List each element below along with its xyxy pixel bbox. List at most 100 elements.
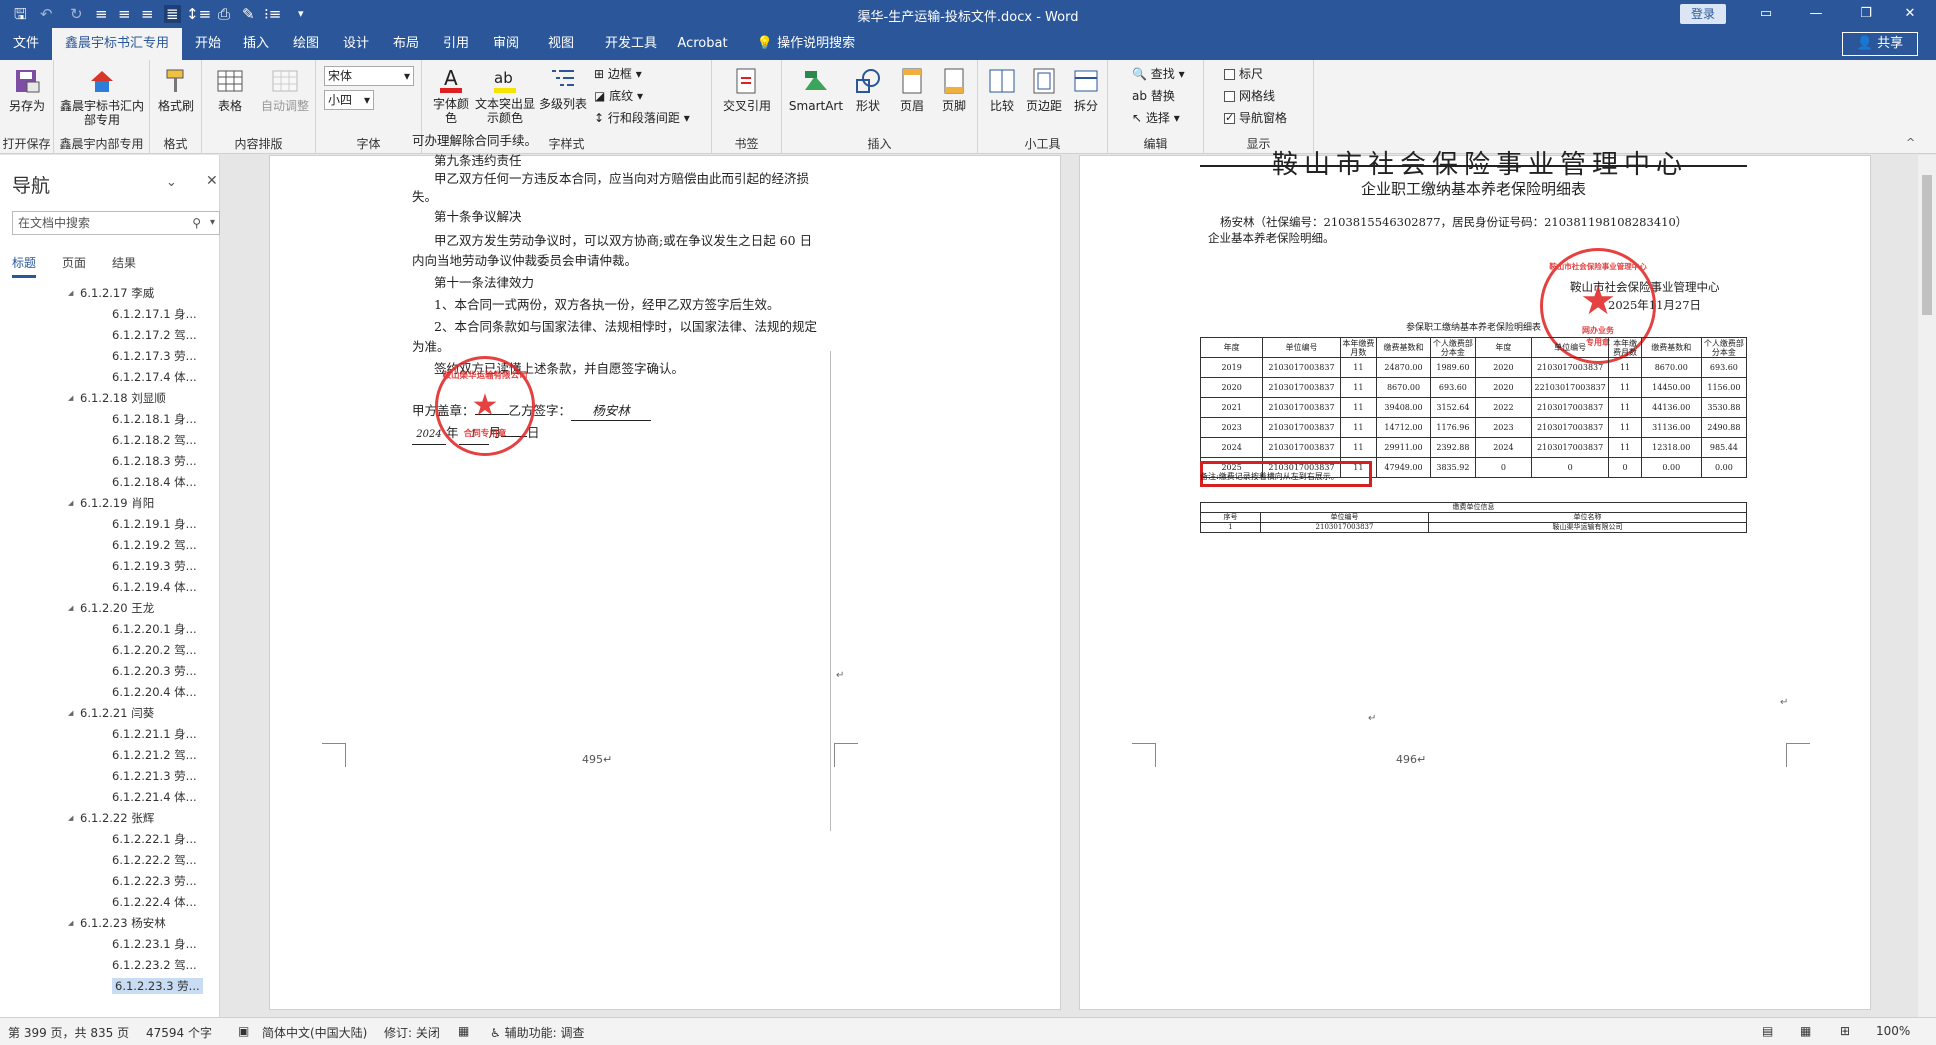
nav-heading-item[interactable]: 6.1.2.23.3 劳...: [0, 976, 218, 997]
nav-heading-item[interactable]: 6.1.2.17.2 驾...: [0, 325, 218, 346]
font-name-select[interactable]: 宋体 ▾: [324, 66, 414, 86]
collapse-ribbon-icon[interactable]: ^: [1906, 136, 1915, 149]
close-icon[interactable]: ✕: [1890, 3, 1930, 25]
nav-pane-checkbox[interactable]: 导航窗格: [1224, 110, 1287, 126]
replace-button[interactable]: ab 替换: [1132, 88, 1175, 104]
footer-button[interactable]: 页脚: [934, 66, 974, 113]
nav-heading-item[interactable]: 6.1.2.21.4 体...: [0, 787, 218, 808]
scroll-thumb[interactable]: [1922, 175, 1932, 315]
nav-heading-item[interactable]: 6.1.2.20 王龙: [0, 598, 218, 619]
nav-heading-item[interactable]: 6.1.2.20.1 身...: [0, 619, 218, 640]
close-icon[interactable]: ✕: [206, 173, 218, 189]
nav-heading-item[interactable]: 6.1.2.23 杨安林: [0, 913, 218, 934]
nav-heading-item[interactable]: 6.1.2.20.3 劳...: [0, 661, 218, 682]
xcy-button[interactable]: 鑫晨宇标书汇内部专用: [60, 66, 144, 127]
header-button[interactable]: 页眉: [892, 66, 932, 113]
select-button[interactable]: ↖ 选择 ▾: [1132, 110, 1180, 126]
margins-button[interactable]: 页边距: [1022, 66, 1066, 113]
ruler-checkbox[interactable]: 标尺: [1224, 66, 1263, 82]
vertical-scrollbar[interactable]: [1918, 155, 1936, 1017]
ribbon-display-icon[interactable]: ▭: [1746, 3, 1786, 25]
nav-heading-item[interactable]: 6.1.2.19 肖阳: [0, 493, 218, 514]
share-button[interactable]: 👤 共享: [1842, 32, 1918, 56]
tab-home[interactable]: 开始: [188, 28, 228, 60]
tab-view[interactable]: 视图: [536, 28, 586, 60]
nav-heading-item[interactable]: 6.1.2.18.4 体...: [0, 472, 218, 493]
auto-adjust-button[interactable]: 自动调整: [258, 66, 312, 113]
tab-developer[interactable]: 开发工具: [596, 28, 666, 60]
format-painter-button[interactable]: 格式刷: [154, 66, 198, 113]
tab-draw[interactable]: 绘图: [286, 28, 326, 60]
tab-insert[interactable]: 插入: [236, 28, 276, 60]
nav-heading-item[interactable]: 6.1.2.19.2 驾...: [0, 535, 218, 556]
page-496[interactable]: 鞍山市社会保险事业管理中心 企业职工缴纳基本养老保险明细表 杨安林（社保编号：2…: [1079, 150, 1871, 1010]
nav-heading-item[interactable]: 6.1.2.17.4 体...: [0, 367, 218, 388]
nav-tab-results[interactable]: 结果: [112, 254, 136, 271]
nav-heading-item[interactable]: 6.1.2.19.3 劳...: [0, 556, 218, 577]
shape-button[interactable]: 形状: [848, 66, 888, 113]
search-icon[interactable]: ⚲: [192, 212, 201, 234]
nav-heading-item[interactable]: 6.1.2.21 闫葵: [0, 703, 218, 724]
web-layout-icon[interactable]: ⊞: [1840, 1024, 1850, 1038]
nav-heading-item[interactable]: 6.1.2.17 李威: [0, 283, 218, 304]
nav-heading-item[interactable]: 6.1.2.21.3 劳...: [0, 766, 218, 787]
tab-xcy[interactable]: 鑫晨宇标书汇专用: [52, 28, 182, 60]
language[interactable]: 简体中文(中国大陆): [262, 1024, 367, 1041]
nav-heading-item[interactable]: 6.1.2.20.4 体...: [0, 682, 218, 703]
find-button[interactable]: 🔍 查找 ▾: [1132, 66, 1185, 82]
font-size-select[interactable]: 小四 ▾: [324, 90, 374, 110]
multilevel-list-button[interactable]: 多级列表: [538, 64, 588, 111]
paragraph-spacing-button[interactable]: ↕ 行和段落间距 ▾: [594, 110, 690, 126]
nav-heading-item[interactable]: 6.1.2.21.2 驾...: [0, 745, 218, 766]
nav-heading-item[interactable]: 6.1.2.19.1 身...: [0, 514, 218, 535]
minimize-icon[interactable]: —: [1796, 3, 1836, 25]
border-button[interactable]: ⊞ 边框 ▾: [594, 66, 642, 82]
tab-layout[interactable]: 布局: [386, 28, 426, 60]
nav-heading-item[interactable]: 6.1.2.18.3 劳...: [0, 451, 218, 472]
macro-icon[interactable]: ▦: [458, 1024, 469, 1038]
read-mode-icon[interactable]: ▤: [1762, 1024, 1773, 1038]
login-button[interactable]: 登录: [1680, 4, 1726, 24]
chevron-down-icon[interactable]: ▾: [210, 212, 215, 234]
table-button[interactable]: 表格: [208, 66, 252, 113]
nav-heading-item[interactable]: 6.1.2.22.4 体...: [0, 892, 218, 913]
smartart-button[interactable]: SmartArt: [786, 66, 846, 113]
nav-heading-item[interactable]: 6.1.2.18.1 身...: [0, 409, 218, 430]
nav-heading-item[interactable]: 6.1.2.23.2 驾...: [0, 955, 218, 976]
tab-acrobat[interactable]: Acrobat: [670, 28, 735, 60]
accessibility[interactable]: ♿ 辅助功能: 调查: [490, 1024, 584, 1041]
nav-heading-item[interactable]: 6.1.2.22.2 驾...: [0, 850, 218, 871]
nav-tab-pages[interactable]: 页面: [62, 254, 86, 271]
zoom-level[interactable]: 100%: [1876, 1024, 1910, 1038]
nav-heading-item[interactable]: 6.1.2.22 张辉: [0, 808, 218, 829]
page-count[interactable]: 第 399 页，共 835 页: [8, 1024, 129, 1041]
tab-references[interactable]: 引用: [436, 28, 476, 60]
compare-button[interactable]: 比较: [982, 66, 1022, 113]
nav-heading-item[interactable]: 6.1.2.23.1 身...: [0, 934, 218, 955]
split-button[interactable]: 拆分: [1066, 66, 1106, 113]
nav-tab-headings[interactable]: 标题: [12, 254, 37, 278]
tab-design[interactable]: 设计: [336, 28, 376, 60]
font-color-button[interactable]: A 字体颜色: [430, 64, 472, 125]
nav-heading-item[interactable]: 6.1.2.22.1 身...: [0, 829, 218, 850]
nav-heading-item[interactable]: 6.1.2.17.1 身...: [0, 304, 218, 325]
page-495[interactable]: 可办理解除合同手续。 第九条违约责任 甲乙双方任何一方违反本合同，应当向对方赔偿由此…: [269, 133, 1061, 1010]
nav-heading-item[interactable]: 6.1.2.18 刘显顺: [0, 388, 218, 409]
nav-heading-item[interactable]: 6.1.2.22.3 劳...: [0, 871, 218, 892]
highlight-button[interactable]: ab 文本突出显示颜色: [474, 64, 536, 125]
tab-review[interactable]: 审阅: [486, 28, 526, 60]
word-count[interactable]: 47594 个字: [146, 1024, 212, 1041]
tab-file[interactable]: 文件: [6, 28, 46, 60]
restore-icon[interactable]: ❐: [1846, 3, 1886, 25]
nav-heading-item[interactable]: 6.1.2.18.2 驾...: [0, 430, 218, 451]
print-layout-icon[interactable]: ▦: [1800, 1024, 1811, 1038]
nav-heading-item[interactable]: 6.1.2.21.1 身...: [0, 724, 218, 745]
proofing-icon[interactable]: ▣: [238, 1024, 249, 1038]
nav-heading-item[interactable]: 6.1.2.20.2 驾...: [0, 640, 218, 661]
nav-heading-item[interactable]: 6.1.2.17.3 劳...: [0, 346, 218, 367]
nav-heading-item[interactable]: 6.1.2.19.4 体...: [0, 577, 218, 598]
track-changes[interactable]: 修订: 关闭: [384, 1024, 440, 1041]
gridlines-checkbox[interactable]: 网格线: [1224, 88, 1275, 104]
tab-tell-me[interactable]: 💡 操作说明搜索: [746, 28, 866, 60]
save-as-button[interactable]: 另存为: [4, 66, 50, 113]
